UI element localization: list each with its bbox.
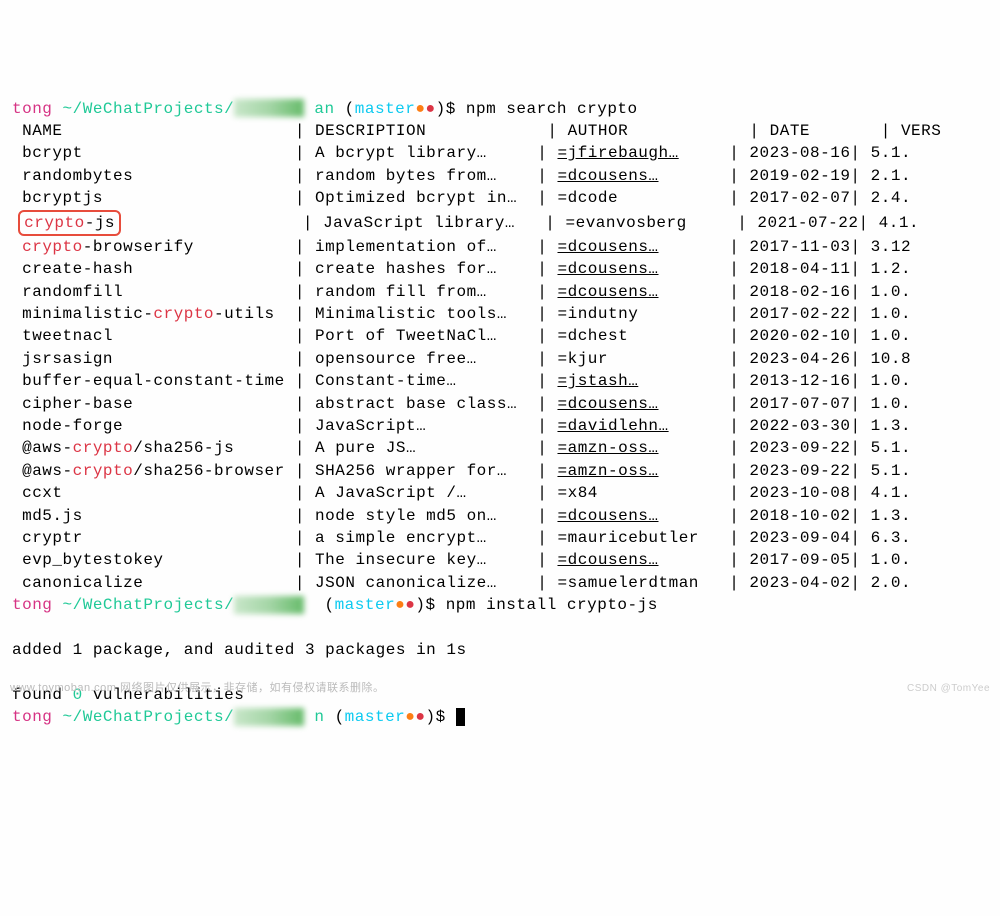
prompt-line-1: tong ~/WeChatProjects/ an (master●●)$ np… xyxy=(12,98,988,120)
table-row: randombytes | random bytes from… | =dcou… xyxy=(12,165,988,187)
table-row: @aws-crypto/sha256-browser | SHA256 wrap… xyxy=(12,460,988,482)
table-header: NAME | DESCRIPTION | AUTHOR | DATE | VER… xyxy=(12,120,988,142)
table-row: canonicalize | JSON canonicalize… | =sam… xyxy=(12,572,988,594)
table-row: jsrsasign | opensource free… | =kjur | 2… xyxy=(12,348,988,370)
table-row: ccxt | A JavaScript /… | =x84 | 2023-10-… xyxy=(12,482,988,504)
watermark-right: CSDN @TomYee xyxy=(907,682,990,696)
table-row: create-hash | create hashes for… | =dcou… xyxy=(12,258,988,280)
prompt-line-2: tong ~/WeChatProjects/ (master●●)$ npm i… xyxy=(12,594,988,616)
watermark-left: www.toymoban.com 网络图片仅供展示，非存储，如有侵权请联系删除。 xyxy=(10,681,384,696)
table-row: crypto-js | JavaScript library… | =evanv… xyxy=(12,210,988,236)
table-row: evp_bytestokey | The insecure key… | =dc… xyxy=(12,549,988,571)
table-row: cipher-base | abstract base class… | =dc… xyxy=(12,393,988,415)
terminal-output[interactable]: tong ~/WeChatProjects/ an (master●●)$ np… xyxy=(12,98,988,729)
install-output: added 1 package, and audited 3 packages … xyxy=(12,639,988,661)
table-row: bcrypt | A bcrypt library… | =jfirebaugh… xyxy=(12,142,988,164)
prompt-line-3[interactable]: tong ~/WeChatProjects/ n (master●●)$ xyxy=(12,706,988,728)
table-row: @aws-crypto/sha256-js | A pure JS… | =am… xyxy=(12,437,988,459)
table-row: tweetnacl | Port of TweetNaCl… | =dchest… xyxy=(12,325,988,347)
table-row: buffer-equal-constant-time | Constant-ti… xyxy=(12,370,988,392)
blank-line xyxy=(12,617,988,639)
table-row: cryptr | a simple encrypt… | =mauricebut… xyxy=(12,527,988,549)
table-row: minimalistic-crypto-utils | Minimalistic… xyxy=(12,303,988,325)
table-row: randomfill | random fill from… | =dcouse… xyxy=(12,281,988,303)
table-row: bcryptjs | Optimized bcrypt in… | =dcode… xyxy=(12,187,988,209)
table-row: md5.js | node style md5 on… | =dcousens…… xyxy=(12,505,988,527)
table-row: crypto-browserify | implementation of… |… xyxy=(12,236,988,258)
table-row: node-forge | JavaScript… | =davidlehn… |… xyxy=(12,415,988,437)
cursor xyxy=(456,708,465,726)
